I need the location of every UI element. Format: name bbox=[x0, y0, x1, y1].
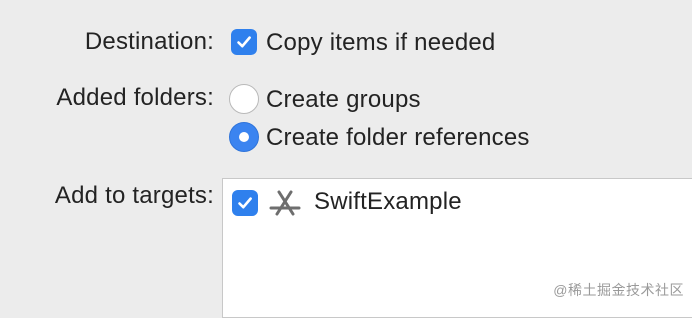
create-folder-references-radio[interactable] bbox=[229, 122, 259, 152]
checkmark-icon bbox=[237, 36, 251, 48]
add-to-targets-label: Add to targets: bbox=[54, 182, 214, 209]
radio-selected-dot bbox=[239, 132, 249, 142]
watermark: @稀土掘金技术社区 bbox=[553, 282, 684, 298]
target-row-swiftexample[interactable]: SwiftExample bbox=[223, 179, 692, 225]
checkmark-icon bbox=[238, 197, 252, 209]
target-name: SwiftExample bbox=[314, 188, 462, 215]
create-groups-radio[interactable] bbox=[229, 84, 259, 114]
copy-items-label[interactable]: Copy items if needed bbox=[266, 29, 495, 57]
added-folders-label: Added folders: bbox=[56, 84, 214, 111]
destination-label: Destination: bbox=[84, 28, 214, 55]
copy-items-checkbox[interactable] bbox=[231, 29, 257, 55]
target-checkbox[interactable] bbox=[232, 190, 258, 216]
app-target-icon bbox=[269, 190, 301, 216]
create-folder-references-label[interactable]: Create folder references bbox=[266, 124, 530, 152]
create-groups-label[interactable]: Create groups bbox=[266, 86, 421, 114]
